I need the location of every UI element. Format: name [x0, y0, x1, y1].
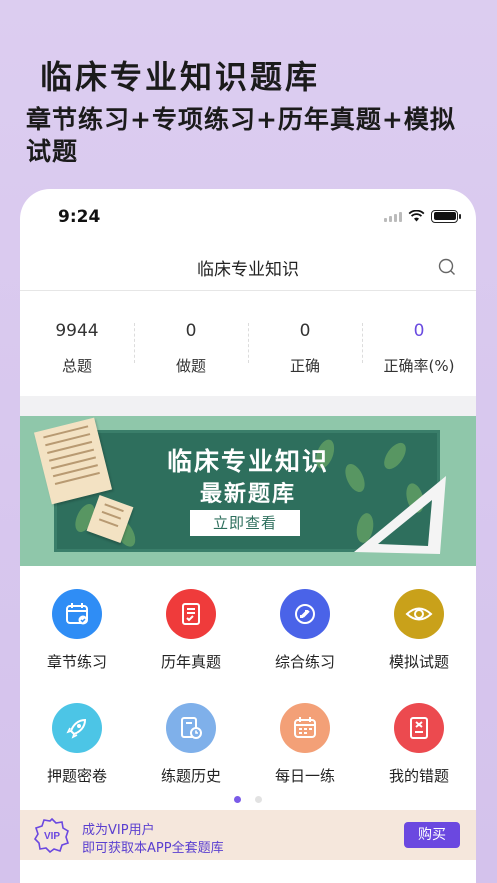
search-icon[interactable] [438, 258, 456, 276]
feature-label: 练题历史 [160, 767, 221, 785]
calendar-icon [280, 703, 330, 753]
calendar-check-icon [52, 589, 102, 639]
history-icon [166, 703, 216, 753]
feature-my-mistakes[interactable]: 我的错题 [362, 683, 476, 797]
nav-title: 临床专业知识 [197, 260, 299, 280]
error-book-icon [394, 703, 444, 753]
rocket-icon [52, 703, 102, 753]
promo-subline: 章节练习+专项练习+历年真题+模拟试题 [26, 105, 456, 166]
status-time: 9:24 [58, 207, 101, 227]
promo-headline: 临床专业知识题库 [40, 58, 321, 96]
stats-row: 9944 总题 0 做题 0 正确 0 正确率(%) [20, 293, 476, 393]
promo-banner[interactable]: 临床专业知识 最新题库 立即查看 [20, 416, 476, 566]
stat-value: 9944 [55, 321, 99, 341]
vip-description: 即可获取本APP全套题库 [82, 841, 224, 856]
feature-chapter-practice[interactable]: 章节练习 [20, 569, 134, 683]
page-dot[interactable] [255, 796, 262, 803]
stat-done: 0 做题 [134, 293, 248, 393]
cellular-signal-icon [384, 210, 402, 222]
feature-mock-exams[interactable]: 模拟试题 [362, 569, 476, 683]
vip-title: 成为VIP用户 [82, 823, 155, 838]
section-divider [20, 396, 476, 416]
phone-screen: 9:24 临床专业知识 9944 总题 0 做题 0 正确 0 正确率(%) 临… [20, 189, 476, 883]
feature-comprehensive-practice[interactable]: 综合练习 [248, 569, 362, 683]
status-bar: 9:24 [20, 189, 476, 239]
status-icons [384, 209, 461, 223]
feature-past-exams[interactable]: 历年真题 [134, 569, 248, 683]
stat-value: 0 [185, 321, 197, 341]
view-now-button[interactable]: 立即查看 [190, 510, 300, 536]
feature-grid: 章节练习 历年真题 综合练习 模拟试题 押题密卷 练题历史 每日一练 我的错题 [20, 569, 476, 797]
feature-label: 章节练习 [46, 653, 107, 671]
stat-label: 总题 [61, 357, 92, 375]
document-check-icon [166, 589, 216, 639]
vip-badge-icon: VIP [34, 817, 70, 853]
feature-label: 押题密卷 [46, 767, 107, 785]
vip-bar: VIP 成为VIP用户 即可获取本APP全套题库 购买 [20, 810, 476, 860]
stat-value: 0 [413, 321, 425, 341]
stat-label: 正确 [289, 357, 320, 375]
page-indicator [20, 796, 476, 803]
page-dot-active[interactable] [234, 796, 241, 803]
feature-predicted-papers[interactable]: 押题密卷 [20, 683, 134, 797]
stat-total: 9944 总题 [20, 293, 134, 393]
nav-bar: 临床专业知识 [20, 241, 476, 291]
stat-label: 做题 [175, 357, 206, 375]
stat-correct: 0 正确 [248, 293, 362, 393]
feature-label: 模拟试题 [388, 653, 449, 671]
banner-subtitle: 最新题库 [199, 482, 296, 507]
stat-label: 正确率(%) [383, 357, 455, 375]
feature-label: 历年真题 [160, 653, 221, 671]
vip-badge-text: VIP [44, 831, 60, 842]
wifi-icon [408, 210, 425, 222]
swap-icon [280, 589, 330, 639]
feature-practice-history[interactable]: 练题历史 [134, 683, 248, 797]
stat-value: 0 [299, 321, 311, 341]
stat-accuracy: 0 正确率(%) [362, 293, 476, 393]
feature-label: 我的错题 [388, 767, 449, 785]
buy-button[interactable]: 购买 [404, 822, 460, 848]
feature-daily-practice[interactable]: 每日一练 [248, 683, 362, 797]
eye-icon [394, 589, 444, 639]
feature-label: 综合练习 [274, 653, 335, 671]
feature-label: 每日一练 [274, 767, 335, 785]
battery-icon [431, 209, 461, 223]
banner-title: 临床专业知识 [166, 447, 329, 476]
